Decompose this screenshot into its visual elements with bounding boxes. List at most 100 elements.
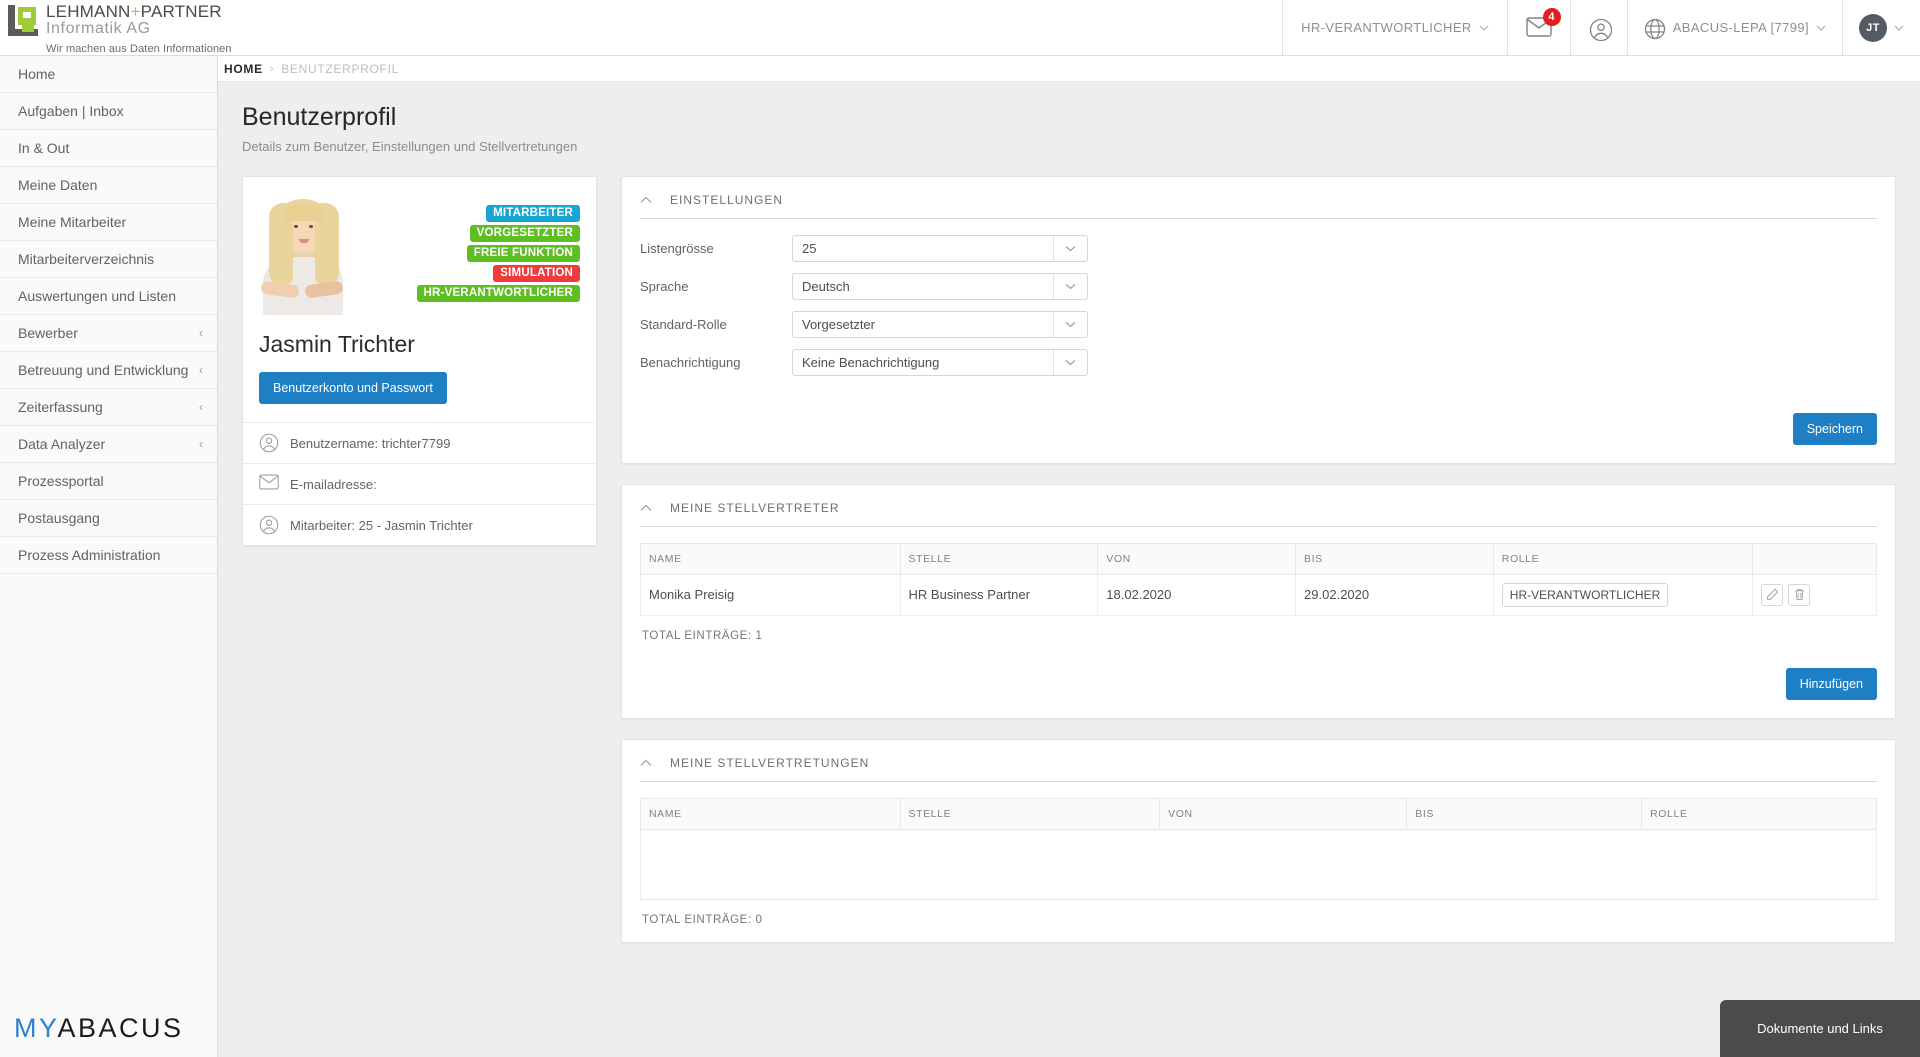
sidebar-item-aufgaben-inbox[interactable]: Aufgaben | Inbox bbox=[0, 93, 217, 130]
breadcrumb-home[interactable]: HOME bbox=[224, 62, 263, 76]
sidebar-item-label: Postausgang bbox=[18, 510, 100, 526]
app-root: LEHMANN+PARTNER Informatik AG Wir machen… bbox=[0, 0, 1920, 1057]
profile-top: MITARBEITER VORGESETZTER FREIE FUNKTION SIM… bbox=[243, 177, 596, 327]
settings-select-benachrichtigung[interactable]: Keine Benachrichtigung bbox=[792, 348, 1088, 376]
chevron-down-icon bbox=[1053, 311, 1087, 337]
myabacus-logo: MYABACUS bbox=[0, 1000, 217, 1057]
column-header: NAME bbox=[640, 542, 901, 575]
chevron-down-icon bbox=[1816, 22, 1826, 34]
chevron-up-icon[interactable] bbox=[640, 757, 652, 769]
sidebar-item-bewerber[interactable]: Bewerber ‹ bbox=[0, 315, 217, 352]
myabacus-wordmark: MYABACUS bbox=[14, 1013, 184, 1044]
brand-partner: PARTNER bbox=[140, 2, 222, 21]
role-badge: MITARBEITER bbox=[486, 204, 580, 222]
column-header: BIS bbox=[1406, 797, 1643, 830]
page-subtitle: Details zum Benutzer, Einstellungen und … bbox=[242, 138, 578, 154]
table-header-row: NAME STELLE VON BIS ROLLE bbox=[640, 542, 1877, 575]
deputies-panel: MEINE STELLVERTRETER NAME STELLE VON BIS ROL… bbox=[621, 483, 1896, 719]
add-deputy-button[interactable]: Hinzufügen bbox=[1785, 667, 1877, 700]
profile-card: MITARBEITER VORGESETZTER FREIE FUNKTION SIM… bbox=[242, 175, 597, 547]
deputies-panel-title: MEINE STELLVERTRETER bbox=[670, 500, 840, 515]
settings-field-row: Sprache Deutsch bbox=[640, 272, 1877, 300]
sidebar-item-meine-daten[interactable]: Meine Daten bbox=[0, 167, 217, 204]
tenant-selector[interactable]: ABACUS-LEPA [7799] bbox=[1626, 0, 1842, 55]
profile-info-row: Benutzername: trichter7799 bbox=[243, 422, 596, 463]
representations-panel-header: MEINE STELLVERTRETUNGEN bbox=[622, 740, 1895, 781]
sidebar-item-label: In & Out bbox=[18, 140, 70, 156]
role-badge: VORGESETZTER bbox=[469, 224, 580, 242]
chevron-up-icon[interactable] bbox=[640, 502, 652, 514]
documents-links-button[interactable]: Dokumente und Links bbox=[1720, 1000, 1920, 1057]
chevron-down-icon bbox=[1479, 22, 1489, 34]
profile-info-text: Mitarbeiter: 25 - Jasmin Trichter bbox=[290, 517, 473, 533]
save-button[interactable]: Speichern bbox=[1792, 412, 1877, 445]
sidebar-item-label: Betreuung und Entwicklung bbox=[18, 362, 189, 378]
chevron-up-icon[interactable] bbox=[640, 194, 652, 206]
account-password-button[interactable]: Benutzerkonto und Passwort bbox=[259, 372, 447, 405]
profile-info-row: E-mailadresse: bbox=[243, 463, 596, 504]
sidebar-item-label: Auswertungen und Listen bbox=[18, 288, 176, 304]
column-header: NAME bbox=[640, 797, 901, 830]
cell-von: 18.02.2020 bbox=[1097, 573, 1297, 616]
representations-panel-body: NAME STELLE VON BIS ROLLE TOTAL EINTRÄGE: 0 bbox=[622, 782, 1895, 942]
settings-select-sprache[interactable]: Deutsch bbox=[792, 272, 1088, 300]
sidebar-item-prozess-administration[interactable]: Prozess Administration bbox=[0, 537, 217, 574]
settings-select-standard-rolle[interactable]: Vorgesetzter bbox=[792, 310, 1088, 338]
sidebar-item-data-analyzer[interactable]: Data Analyzer ‹ bbox=[0, 426, 217, 463]
sidebar-item-in-out[interactable]: In & Out bbox=[0, 130, 217, 167]
sidebar-item-betreuung-und-entwicklung[interactable]: Betreuung und Entwicklung ‹ bbox=[0, 352, 217, 389]
user-menu[interactable]: JT bbox=[1842, 0, 1920, 55]
user-photo bbox=[257, 190, 349, 315]
messages-button[interactable]: 4 bbox=[1506, 0, 1570, 55]
envelope-icon bbox=[259, 474, 279, 494]
role-selector-label: HR-VERANTWORTLICHER bbox=[1301, 20, 1472, 35]
profile-info-list: Benutzername: trichter7799 E-mailadresse:… bbox=[243, 422, 596, 545]
account-button[interactable] bbox=[1569, 0, 1627, 55]
myabacus-my: MY bbox=[14, 1013, 58, 1043]
trash-icon[interactable] bbox=[1788, 583, 1811, 606]
sidebar-item-label: Data Analyzer bbox=[18, 436, 106, 452]
page-header: Benutzerprofil Details zum Benutzer, Ein… bbox=[218, 82, 1920, 154]
sidebar-item-mitarbeiterverzeichnis[interactable]: Mitarbeiterverzeichnis bbox=[0, 241, 217, 278]
settings-field-label: Listengrösse bbox=[640, 240, 714, 256]
profile-info-text: E-mailadresse: bbox=[290, 476, 377, 492]
breadcrumb-separator: › bbox=[269, 62, 275, 75]
deputies-total: TOTAL EINTRÄGE: 1 bbox=[642, 629, 763, 642]
empty-cell bbox=[640, 828, 1877, 900]
representations-table-body bbox=[640, 828, 1877, 900]
role-pill: HR-VERANTWORTLICHER bbox=[1501, 582, 1669, 607]
sidebar-item-label: Home bbox=[18, 66, 56, 82]
content-columns: MITARBEITER VORGESETZTER FREIE FUNKTION SIM… bbox=[218, 154, 1920, 943]
header-spacer bbox=[218, 0, 1282, 55]
sidebar-item-auswertungen-und-listen[interactable]: Auswertungen und Listen bbox=[0, 278, 217, 315]
pencil-icon[interactable] bbox=[1761, 583, 1784, 606]
column-header: STELLE bbox=[899, 797, 1161, 830]
brand-lehmann: LEHMANN bbox=[46, 2, 131, 21]
envelope-icon: 4 bbox=[1525, 7, 1561, 39]
chevron-down-icon bbox=[1053, 235, 1087, 261]
settings-fields: Listengrösse 25 Sprache Deutsch Standard-Rol… bbox=[622, 219, 1895, 403]
sidebar-item-prozessportal[interactable]: Prozessportal bbox=[0, 463, 217, 500]
profile-info-row: Mitarbeiter: 25 - Jasmin Trichter bbox=[243, 504, 596, 545]
avatar: JT bbox=[1859, 13, 1887, 42]
settings-field-row: Benachrichtigung Keine Benachrichtigung bbox=[640, 348, 1877, 376]
sidebar-item-postausgang[interactable]: Postausgang bbox=[0, 500, 217, 537]
tenant-label: ABACUS-LEPA [7799] bbox=[1672, 20, 1809, 35]
settings-field-label: Sprache bbox=[640, 278, 689, 294]
settings-select-listengr-sse[interactable]: 25 bbox=[792, 234, 1088, 262]
deputies-panel-header: MEINE STELLVERTRETER bbox=[622, 485, 1895, 526]
sidebar-item-home[interactable]: Home bbox=[0, 56, 217, 93]
chevron-left-icon: ‹ bbox=[199, 400, 203, 414]
profile-name: Jasmin Trichter bbox=[259, 330, 415, 357]
sidebar-item-meine-mitarbeiter[interactable]: Meine Mitarbeiter bbox=[0, 204, 217, 241]
select-value: 25 bbox=[802, 240, 817, 256]
empty-row bbox=[640, 828, 1877, 900]
row-actions bbox=[1761, 583, 1868, 606]
sidebar-item-label: Meine Daten bbox=[18, 177, 98, 193]
role-selector[interactable]: HR-VERANTWORTLICHER bbox=[1282, 0, 1507, 55]
chevron-left-icon: ‹ bbox=[199, 437, 203, 451]
top-header: LEHMANN+PARTNER Informatik AG Wir machen… bbox=[0, 0, 1920, 56]
settings-panel-title: EINSTELLUNGEN bbox=[670, 192, 784, 207]
sidebar-item-zeiterfassung[interactable]: Zeiterfassung ‹ bbox=[0, 389, 217, 426]
deputies-table-body: Monika Preisig HR Business Partner 18.02.2… bbox=[640, 573, 1877, 616]
